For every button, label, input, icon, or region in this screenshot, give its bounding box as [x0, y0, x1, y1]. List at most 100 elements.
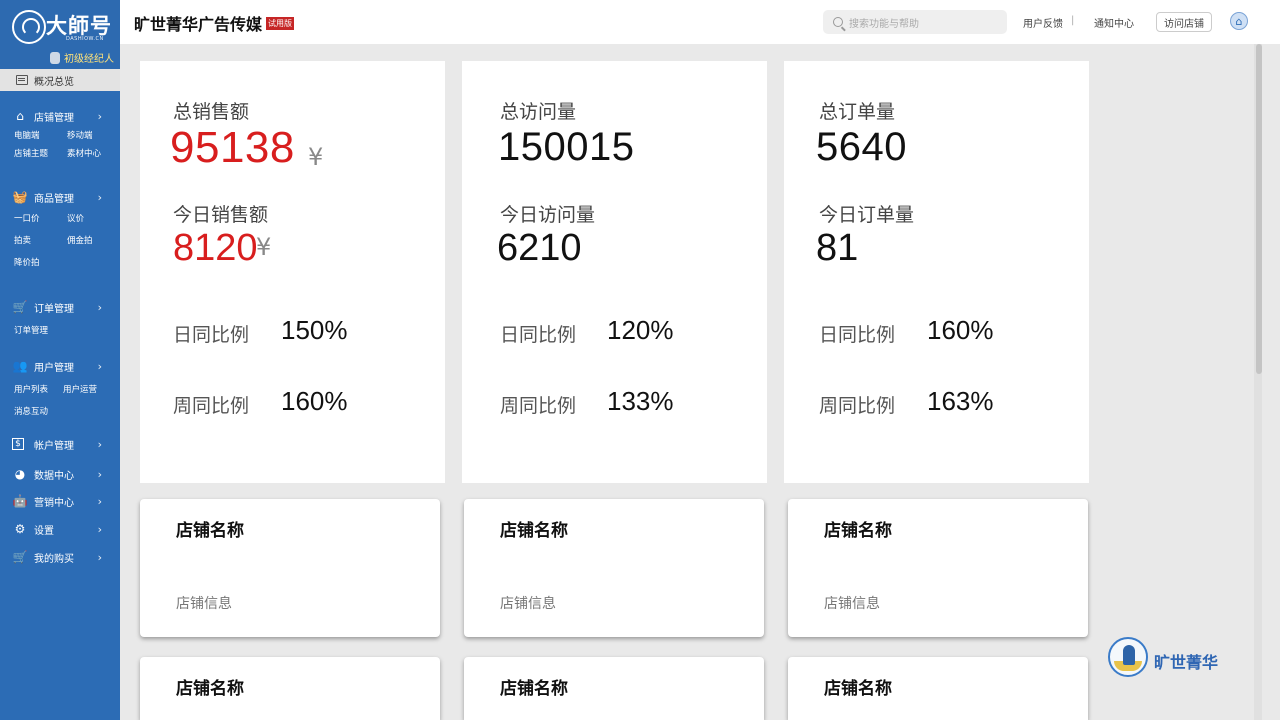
chevron-right-icon: ›: [97, 522, 102, 536]
nav-sub-auction[interactable]: 拍卖: [14, 234, 67, 246]
scrollbar-thumb[interactable]: [1256, 44, 1262, 374]
nav-group-users: 👥 用户管理 › 用户列表 用户运营 消息互动: [0, 357, 120, 417]
today-orders-value: 81: [816, 227, 859, 269]
logo-subtitle: DASHIOW.CN: [66, 36, 104, 42]
total-visits-value: 150015: [498, 125, 635, 169]
shop-info: 店铺信息: [176, 596, 232, 612]
day-ratio-value: 150%: [281, 315, 348, 345]
search-placeholder: 搜索功能与帮助: [849, 18, 919, 30]
week-ratio-label: 周同比例: [819, 395, 896, 417]
trial-badge: 试用版: [266, 16, 295, 30]
shop-card[interactable]: 店铺名称: [788, 657, 1088, 720]
nav-label: 店铺管理: [34, 112, 74, 124]
today-sales-value: 8120: [173, 227, 258, 269]
shop-name: 店铺名称: [176, 521, 244, 541]
nav-sub-bargain[interactable]: 议价: [67, 212, 117, 224]
shop-name: 店铺名称: [500, 521, 568, 541]
week-ratio-value: 160%: [281, 386, 348, 416]
nav-sub-dutch-auction[interactable]: 降价拍: [14, 256, 67, 268]
nav-sub-mobile[interactable]: 移动端: [67, 129, 117, 141]
shop-name: 店铺名称: [824, 679, 892, 699]
divider: |: [1071, 15, 1075, 26]
nav-overview-label: 概况总览: [34, 76, 74, 88]
nav-settings[interactable]: ⚙ 设置 ›: [0, 520, 120, 538]
user-avatar-icon: [50, 51, 60, 64]
logo[interactable]: 大師号 DASHIOW.CN 初级经纪人: [0, 0, 120, 69]
chevron-right-icon: ›: [97, 359, 102, 373]
total-sales-value: 95138: [170, 123, 295, 172]
feedback-link[interactable]: 用户反馈: [1023, 15, 1063, 30]
nav-label: 营销中心: [34, 497, 74, 509]
nav-sub-orders[interactable]: 订单管理: [14, 324, 67, 336]
chevron-right-icon: ›: [97, 190, 102, 204]
nav-overview[interactable]: 概况总览: [0, 69, 120, 91]
nav-group-account: $ 帐户管理 ›: [0, 435, 120, 453]
cart-plus-icon: 🛒: [12, 550, 28, 564]
day-ratio-label: 日同比例: [819, 324, 896, 346]
nav-sub-theme[interactable]: 店铺主题: [14, 147, 67, 159]
nav-sub-commission-auction[interactable]: 佣金拍: [67, 234, 117, 246]
sidebar: 大師号 DASHIOW.CN 初级经纪人 概况总览 ⌂ 店铺管理 › 电脑端 移…: [0, 0, 120, 720]
search-icon: [833, 17, 843, 27]
shop-card[interactable]: 店铺名称 店铺信息: [464, 499, 764, 637]
android-icon: 🤖: [12, 494, 28, 508]
shop-info: 店铺信息: [824, 596, 880, 612]
nav-store-management[interactable]: ⌂ 店铺管理 ›: [0, 107, 120, 125]
nav-goods-management[interactable]: 🧺 商品管理 ›: [0, 188, 120, 206]
today-sales-label: 今日销售额: [173, 204, 269, 226]
chevron-right-icon: ›: [97, 437, 102, 451]
nav-label: 数据中心: [34, 470, 74, 482]
watermark-text: 旷世菁华: [1154, 653, 1219, 672]
week-ratio-value: 133%: [607, 386, 674, 416]
brand: 旷世菁华广告传媒 试用版: [134, 11, 295, 35]
nav-data-center[interactable]: ◕ 数据中心 ›: [0, 465, 120, 483]
visit-store-button[interactable]: 访问店铺: [1156, 12, 1212, 32]
nav-group-settings: ⚙ 设置 ›: [0, 520, 120, 538]
day-ratio-label: 日同比例: [173, 324, 250, 346]
nav-group-store: ⌂ 店铺管理 › 电脑端 移动端 店铺主题 素材中心: [0, 107, 120, 159]
home-icon[interactable]: ⌂: [1230, 12, 1248, 30]
home-icon: ⌂: [16, 109, 24, 123]
shop-card[interactable]: 店铺名称: [464, 657, 764, 720]
shop-card[interactable]: 店铺名称: [140, 657, 440, 720]
user-role: 初级经纪人: [50, 50, 114, 65]
nav-label: 设置: [34, 525, 54, 537]
nav-group-goods: 🧺 商品管理 › 一口价 议价 拍卖 佣金拍 降价拍: [0, 188, 120, 268]
nav-sub-assets[interactable]: 素材中心: [67, 147, 117, 159]
logo-mark-icon: [12, 10, 46, 44]
chevron-right-icon: ›: [97, 550, 102, 564]
day-ratio-value: 120%: [607, 315, 674, 345]
nav-sub-desktop[interactable]: 电脑端: [14, 129, 67, 141]
shop-card[interactable]: 店铺名称 店铺信息: [140, 499, 440, 637]
nav-sub-user-list[interactable]: 用户列表: [14, 383, 63, 395]
dollar-icon: $: [12, 438, 24, 450]
today-orders-label: 今日订单量: [819, 204, 915, 226]
shop-info: 店铺信息: [500, 596, 556, 612]
nav-sub-messages[interactable]: 消息互动: [14, 405, 63, 417]
nav-my-purchases[interactable]: 🛒 我的购买 ›: [0, 548, 120, 566]
notification-center-link[interactable]: 通知中心: [1094, 15, 1134, 30]
nav-label: 用户管理: [34, 362, 74, 374]
nav-account-management[interactable]: $ 帐户管理 ›: [0, 435, 120, 453]
today-visits-label: 今日访问量: [500, 204, 596, 226]
nav-marketing-center[interactable]: 🤖 营销中心 ›: [0, 492, 120, 510]
stat-card-orders: 总订单量 5640 今日订单量 81 日同比例 160% 周同比例 163%: [784, 61, 1089, 483]
nav-user-management[interactable]: 👥 用户管理 ›: [0, 357, 120, 375]
today-visits-value: 6210: [497, 227, 582, 269]
shop-card[interactable]: 店铺名称 店铺信息: [788, 499, 1088, 637]
shop-name: 店铺名称: [176, 679, 244, 699]
shop-name: 店铺名称: [500, 679, 568, 699]
day-ratio-value: 160%: [927, 315, 994, 345]
nav-order-management[interactable]: 🛒 订单管理 ›: [0, 298, 120, 316]
total-sales-label: 总销售额: [173, 101, 250, 123]
top-bar: 旷世菁华广告传媒 试用版 搜索功能与帮助 用户反馈 | 通知中心 访问店铺 ⌂: [120, 0, 1280, 44]
nav-label: 商品管理: [34, 193, 74, 205]
search-input[interactable]: 搜索功能与帮助: [823, 10, 1007, 34]
stat-card-sales: 总销售额 95138 ¥ 今日销售额 8120 ¥ 日同比例 150% 周同比例…: [140, 61, 445, 483]
nav-sub-user-ops[interactable]: 用户运营: [63, 383, 117, 395]
total-orders-value: 5640: [816, 125, 907, 169]
chevron-right-icon: ›: [97, 109, 102, 123]
shop-name: 店铺名称: [824, 521, 892, 541]
chevron-right-icon: ›: [97, 467, 102, 481]
nav-sub-fixed-price[interactable]: 一口价: [14, 212, 67, 224]
